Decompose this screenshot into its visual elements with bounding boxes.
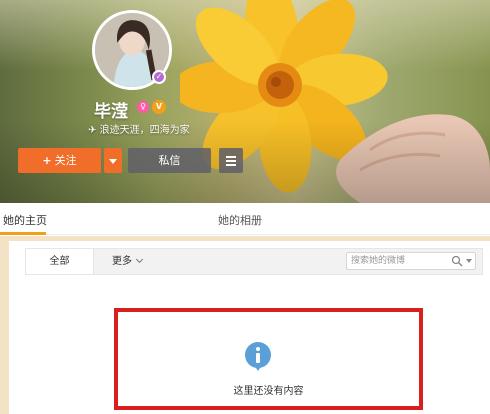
caret-down-icon (109, 158, 117, 164)
verified-badge-icon: ✓ (152, 70, 166, 84)
active-tab-indicator (0, 232, 46, 235)
empty-state-highlight: 这里还没有内容 (114, 308, 423, 410)
info-icon (245, 342, 271, 371)
follow-button[interactable]: + 关注 (18, 148, 101, 173)
profile-tabs: 她的主页 她的相册 (0, 203, 490, 235)
feed-search-box (346, 252, 476, 270)
follow-dropdown-button[interactable] (104, 148, 122, 173)
search-dropdown-caret-icon[interactable] (466, 259, 472, 263)
profile-bio: ✈ 浪迹天涯，四海为家 (88, 121, 190, 136)
bio-text: 浪迹天涯，四海为家 (99, 125, 190, 136)
username: 毕滢 (94, 102, 128, 122)
empty-state-message: 这里还没有内容 (233, 386, 304, 397)
vip-icon[interactable]: V (152, 100, 166, 114)
female-icon: ♀ (137, 101, 149, 113)
filter-more-label: 更多 (112, 256, 132, 267)
filter-more-dropdown[interactable]: 更多 (112, 249, 144, 274)
profile-cover: ✓ 毕滢 ♀ V ✈ 浪迹天涯，四海为家 + 关注 私信 (0, 0, 490, 203)
tab-album[interactable]: 她的相册 (218, 212, 262, 228)
feed-filter-bar: 全部 更多 (25, 248, 483, 275)
follow-plus-icon: + (42, 154, 52, 167)
message-button[interactable]: 私信 (128, 148, 211, 173)
search-input[interactable] (351, 254, 447, 268)
hamburger-icon (226, 154, 236, 168)
chevron-down-icon (135, 255, 144, 264)
filter-all-tab[interactable]: 全部 (26, 249, 94, 274)
search-icon[interactable] (451, 255, 463, 267)
more-menu-button[interactable] (219, 148, 243, 173)
follow-label: 关注 (54, 154, 77, 167)
location-icon: ✈ (88, 125, 97, 136)
tab-home[interactable]: 她的主页 (3, 212, 47, 228)
